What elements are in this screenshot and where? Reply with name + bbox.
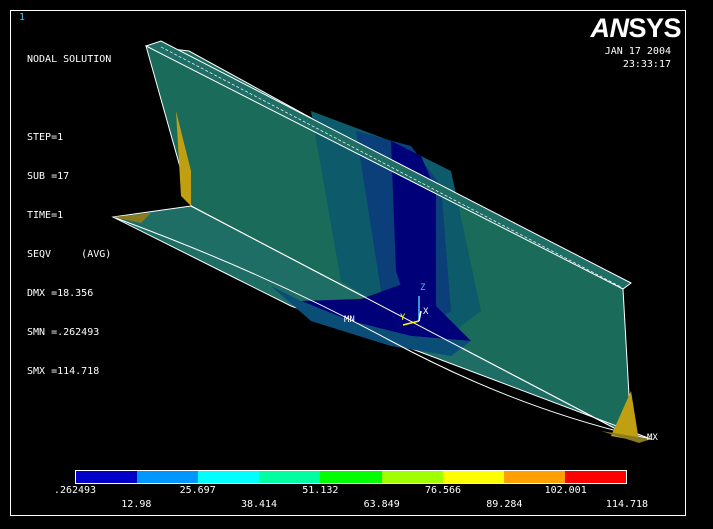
- date-label: JAN 17 2004: [604, 46, 671, 57]
- legend-band: [76, 471, 138, 483]
- legend-tick-label: 63.849: [363, 499, 400, 510]
- triad-x-label: X: [423, 307, 429, 317]
- legend-band: [381, 471, 443, 483]
- triad-z-label: Z: [420, 283, 426, 293]
- contour-legend: [75, 470, 627, 484]
- step-label: STEP=1: [27, 132, 64, 143]
- legend-band: [320, 471, 382, 483]
- beam-model[interactable]: [11, 11, 686, 516]
- legend-tick-label: 38.414: [240, 499, 278, 510]
- legend-tick-label: 89.284: [486, 499, 523, 510]
- legend-tick-label: 12.98: [121, 499, 152, 510]
- legend-band: [503, 471, 565, 483]
- max-marker: MX: [647, 433, 658, 443]
- triad-y-label: Y: [400, 313, 406, 323]
- min-marker: MN: [344, 315, 355, 325]
- ansys-logo: ANSYS: [590, 13, 681, 43]
- legend-tick-label: .262493: [53, 485, 97, 496]
- graphics-window[interactable]: 1 NODAL SOLUTION STEP=1 SUB =17 TIME=1 S…: [10, 10, 686, 516]
- sub-label: SUB =17: [27, 171, 70, 182]
- smn-label: SMN =.262493: [27, 327, 100, 338]
- solution-info: NODAL SOLUTION STEP=1 SUB =17 TIME=1 SEQ…: [27, 27, 111, 404]
- time-stamp: 23:33:17: [622, 59, 671, 70]
- legend-band: [198, 471, 260, 483]
- legend-tick-label: 114.718: [605, 499, 649, 510]
- legend-tick-label: 25.697: [179, 485, 216, 496]
- dmx-label: DMX =18.356: [27, 288, 94, 299]
- date-time: JAN 17 2004 23:33:17: [605, 45, 671, 71]
- legend-tick-label: 102.001: [544, 485, 587, 496]
- time-label: TIME=1: [27, 210, 64, 221]
- legend-tick-label: 51.132: [302, 485, 339, 496]
- seqv-label: SEQV (AVG): [27, 249, 112, 260]
- legend-tick-label: 76.566: [424, 485, 462, 496]
- legend-band: [564, 471, 626, 483]
- solution-title: NODAL SOLUTION: [27, 54, 112, 65]
- legend-band: [442, 471, 504, 483]
- smx-label: SMX =114.718: [27, 366, 100, 377]
- legend-band: [137, 471, 199, 483]
- legend-band: [259, 471, 321, 483]
